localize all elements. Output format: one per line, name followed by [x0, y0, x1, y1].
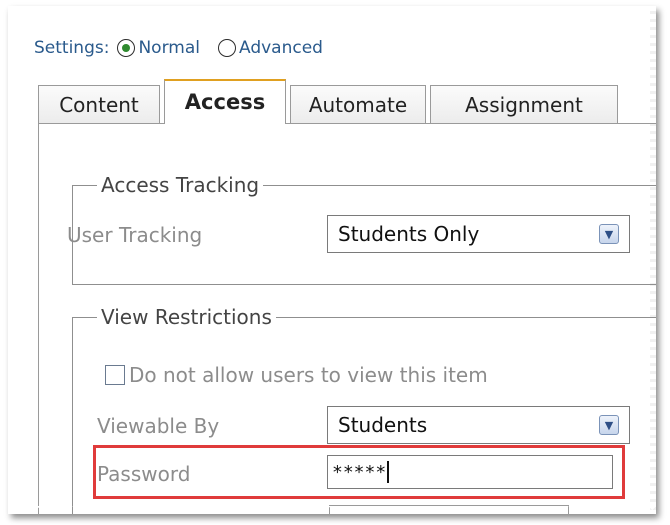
tab-access[interactable]: Access [164, 79, 286, 123]
text-caret [387, 461, 390, 483]
disallow-view-row[interactable]: Do not allow users to view this item [105, 363, 488, 387]
tab-divider-gap [165, 123, 285, 124]
view-restrictions-legend: View Restrictions [101, 305, 272, 329]
radio-advanced-label: Advanced [238, 38, 323, 58]
user-tracking-label: User Tracking [67, 223, 203, 247]
radio-normal[interactable] [117, 39, 136, 57]
tab-assignment[interactable]: Assignment [430, 85, 618, 123]
chevron-down-icon[interactable]: ▼ [599, 224, 619, 244]
radio-advanced[interactable] [217, 39, 236, 57]
user-tracking-value: Students Only [338, 222, 480, 246]
password-label: Password [97, 462, 191, 486]
access-tracking-legend: Access Tracking [101, 173, 260, 197]
password-value: ***** [332, 461, 387, 483]
viewable-by-value: Students [338, 413, 428, 437]
screenshot-frame: Settings: Normal Advanced Content Access… [8, 6, 656, 514]
radio-normal-label: Normal [138, 38, 200, 58]
partial-select-below [329, 505, 569, 514]
disallow-view-label: Do not allow users to view this item [129, 363, 488, 387]
tab-automate[interactable]: Automate [290, 85, 426, 123]
tab-bar: Content Access Automate Assignment [38, 79, 656, 123]
tab-content[interactable]: Content [38, 85, 160, 123]
viewable-by-label: Viewable By [97, 414, 220, 438]
password-input[interactable]: ***** [327, 455, 613, 489]
user-tracking-select[interactable]: Students Only ▼ [327, 215, 630, 253]
viewable-by-select[interactable]: Students ▼ [327, 406, 630, 444]
access-panel: Access Tracking User Tracking Students O… [38, 123, 656, 514]
radio-advanced-option[interactable]: Advanced [217, 38, 323, 58]
radio-selected-dot [122, 44, 131, 52]
radio-normal-option[interactable]: Normal [117, 38, 200, 58]
chevron-down-icon[interactable]: ▼ [599, 415, 619, 435]
disallow-view-checkbox[interactable] [105, 365, 125, 385]
settings-label: Settings: [34, 38, 110, 58]
settings-mode-row: Settings: Normal Advanced [34, 36, 323, 60]
